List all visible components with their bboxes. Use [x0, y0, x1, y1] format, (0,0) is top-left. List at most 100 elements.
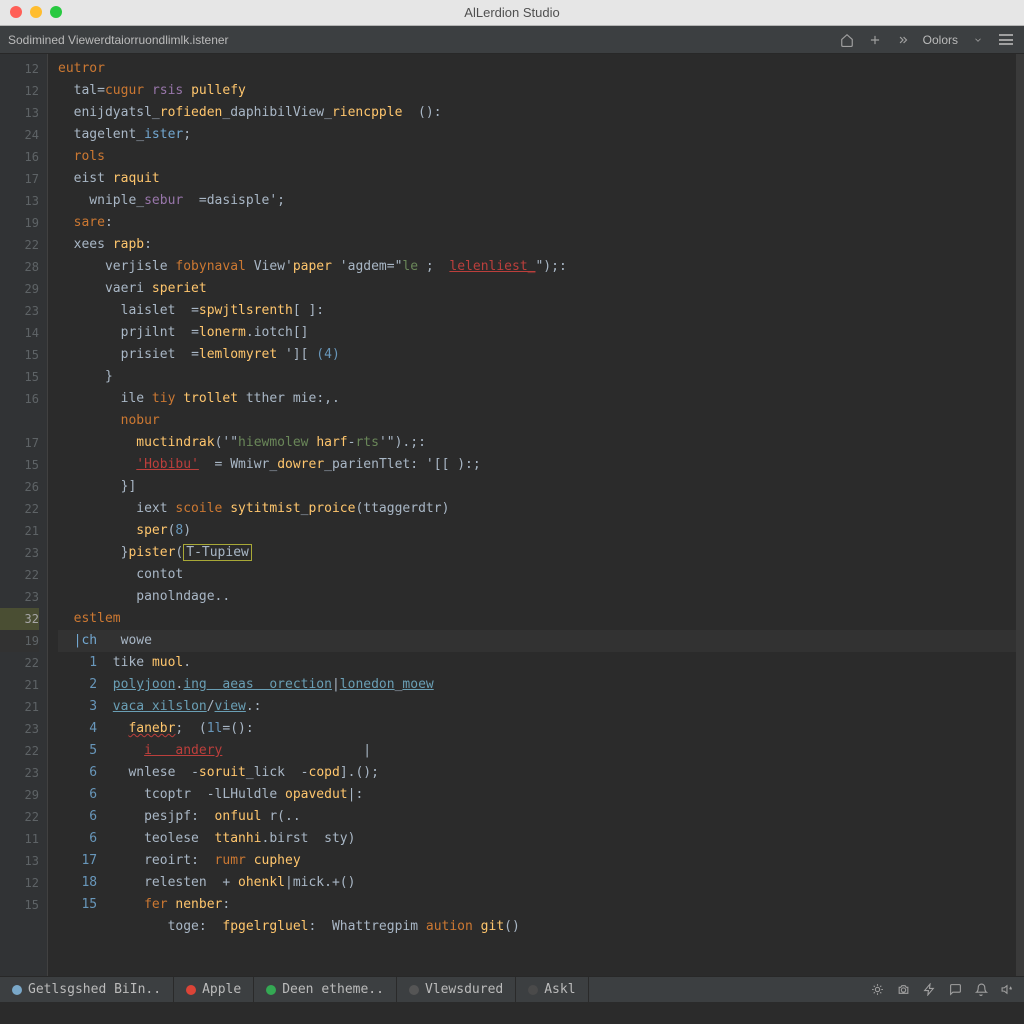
code-line[interactable]: 1 tike muol. — [58, 652, 1016, 674]
speaker-icon[interactable] — [1000, 983, 1014, 997]
code-line[interactable]: 17 reoirt: rumr cuphey — [58, 850, 1016, 872]
line-number[interactable]: 17 — [0, 432, 39, 454]
code-line[interactable]: wniple_sebur =dasisple'; — [58, 190, 1016, 212]
code-line[interactable]: 5 i andery | — [58, 740, 1016, 762]
code-line[interactable]: iext scoile sytitmist_proice(ttaggerdtr) — [58, 498, 1016, 520]
line-number[interactable]: 13 — [0, 190, 39, 212]
chat-icon[interactable] — [948, 983, 962, 997]
line-number[interactable]: 21 — [0, 674, 39, 696]
code-line[interactable]: 4 fanebr; (1l=(): — [58, 718, 1016, 740]
code-line[interactable]: sper(8) — [58, 520, 1016, 542]
plus-icon[interactable] — [867, 32, 883, 48]
code-line[interactable]: 18 relesten + ohenkl|mick.+() — [58, 872, 1016, 894]
chevron-down-icon[interactable] — [970, 32, 986, 48]
code-line[interactable]: prisiet =lemlomyret '][ (4) — [58, 344, 1016, 366]
code-line[interactable]: laislet =spwjtlsrenth[ ]: — [58, 300, 1016, 322]
status-tab[interactable]: Apple — [174, 977, 254, 1002]
line-number[interactable]: 19 — [0, 212, 39, 234]
code-line[interactable]: 'Hobibu' = Wmiwr_dowrer_parienTlet: '[[ … — [58, 454, 1016, 476]
code-line[interactable]: }pister(T-Tupiew — [58, 542, 1016, 564]
line-number[interactable]: 14 — [0, 322, 39, 344]
minimize-window-button[interactable] — [30, 6, 42, 18]
code-line[interactable]: eutror — [58, 58, 1016, 80]
code-editor[interactable]: eutror tal=cugur rsis pullefy enijdyatsl… — [48, 54, 1016, 976]
code-line[interactable]: 6 pesjpf: onfuul r(.. — [58, 806, 1016, 828]
line-number[interactable]: 26 — [0, 476, 39, 498]
code-line[interactable]: verjisle fobynaval View'paper 'agdem="le… — [58, 256, 1016, 278]
line-number[interactable]: 23 — [0, 586, 39, 608]
code-line[interactable]: estlem — [58, 608, 1016, 630]
status-tab[interactable]: Getlsgshed BiIn.. — [0, 977, 174, 1002]
code-line[interactable]: eist raquit — [58, 168, 1016, 190]
code-line[interactable]: prjilnt =lonerm.iotch[] — [58, 322, 1016, 344]
code-line[interactable]: contot — [58, 564, 1016, 586]
line-number[interactable]: 22 — [0, 652, 39, 674]
line-number[interactable]: 12 — [0, 58, 39, 80]
code-line[interactable]: 6 teolese ttanhi.birst sty) — [58, 828, 1016, 850]
line-number[interactable]: 15 — [0, 894, 39, 916]
line-number[interactable]: 22 — [0, 498, 39, 520]
line-number[interactable]: 16 — [0, 146, 39, 168]
line-number[interactable]: 22 — [0, 564, 39, 586]
code-line[interactable]: 2 polyjoon.ing aeas orection|lonedon_moe… — [58, 674, 1016, 696]
line-number[interactable]: 24 — [0, 124, 39, 146]
code-line[interactable]: panolndage.. — [58, 586, 1016, 608]
line-number[interactable]: 12 — [0, 872, 39, 894]
line-number[interactable]: 21 — [0, 520, 39, 542]
line-number[interactable]: 22 — [0, 740, 39, 762]
bell-icon[interactable] — [974, 983, 988, 997]
status-tab[interactable]: Vlewsdured — [397, 977, 516, 1002]
code-line[interactable]: 6 tcoptr -lLHuldle opavedut|: — [58, 784, 1016, 806]
code-line[interactable]: } — [58, 366, 1016, 388]
maximize-window-button[interactable] — [50, 6, 62, 18]
close-window-button[interactable] — [10, 6, 22, 18]
code-line[interactable]: tagelent_ister; — [58, 124, 1016, 146]
code-line[interactable]: xees rapb: — [58, 234, 1016, 256]
breadcrumb[interactable]: Sodimined Viewerdtaiorruondlimlk.istener — [0, 33, 839, 47]
line-number[interactable]: 22 — [0, 234, 39, 256]
code-line[interactable]: 15 fer nenber: — [58, 894, 1016, 916]
code-line[interactable]: ile tiy trollet tther mie:,. — [58, 388, 1016, 410]
home-icon[interactable] — [839, 32, 855, 48]
line-number[interactable]: 23 — [0, 300, 39, 322]
code-line[interactable]: toge: fpgelrgluel: Whattregpim aution gi… — [58, 916, 1016, 938]
line-number[interactable]: 29 — [0, 278, 39, 300]
line-number[interactable] — [0, 410, 39, 432]
lightning-icon[interactable] — [922, 983, 936, 997]
line-number[interactable]: 23 — [0, 542, 39, 564]
line-number[interactable]: 17 — [0, 168, 39, 190]
colors-label[interactable]: Oolors — [923, 33, 958, 47]
code-line[interactable]: tal=cugur rsis pullefy — [58, 80, 1016, 102]
code-line[interactable]: 3 vaca xilslon/view.: — [58, 696, 1016, 718]
line-number[interactable]: 32 — [0, 608, 39, 630]
line-number[interactable]: 15 — [0, 366, 39, 388]
status-tab[interactable]: Deen etheme.. — [254, 977, 397, 1002]
line-number-gutter[interactable]: 1212132416171319222829231415151617152622… — [0, 54, 48, 976]
line-number[interactable]: 15 — [0, 344, 39, 366]
navigate-icon[interactable] — [895, 32, 911, 48]
line-number[interactable]: 19 — [0, 630, 39, 652]
line-number[interactable]: 12 — [0, 80, 39, 102]
line-number[interactable]: 11 — [0, 828, 39, 850]
gear-icon[interactable] — [870, 983, 884, 997]
status-tab[interactable]: Askl — [516, 977, 588, 1002]
line-number[interactable]: 13 — [0, 850, 39, 872]
line-number[interactable]: 23 — [0, 718, 39, 740]
line-number[interactable]: 13 — [0, 102, 39, 124]
line-number[interactable]: 28 — [0, 256, 39, 278]
line-number[interactable]: 22 — [0, 806, 39, 828]
scrollbar[interactable] — [1016, 54, 1024, 976]
code-line[interactable]: enijdyatsl_rofieden_daphibilView_riencpp… — [58, 102, 1016, 124]
code-line[interactable]: |ch wowe — [58, 630, 1016, 652]
code-line[interactable]: muctindrak('"hiewmolew harf-rts'").;: — [58, 432, 1016, 454]
line-number[interactable]: 23 — [0, 762, 39, 784]
line-number[interactable]: 16 — [0, 388, 39, 410]
line-number[interactable]: 29 — [0, 784, 39, 806]
hamburger-icon[interactable] — [998, 32, 1014, 48]
line-number[interactable]: 15 — [0, 454, 39, 476]
code-line[interactable]: rols — [58, 146, 1016, 168]
code-line[interactable]: sare: — [58, 212, 1016, 234]
code-line[interactable]: nobur — [58, 410, 1016, 432]
line-number[interactable]: 21 — [0, 696, 39, 718]
code-line[interactable]: }] — [58, 476, 1016, 498]
